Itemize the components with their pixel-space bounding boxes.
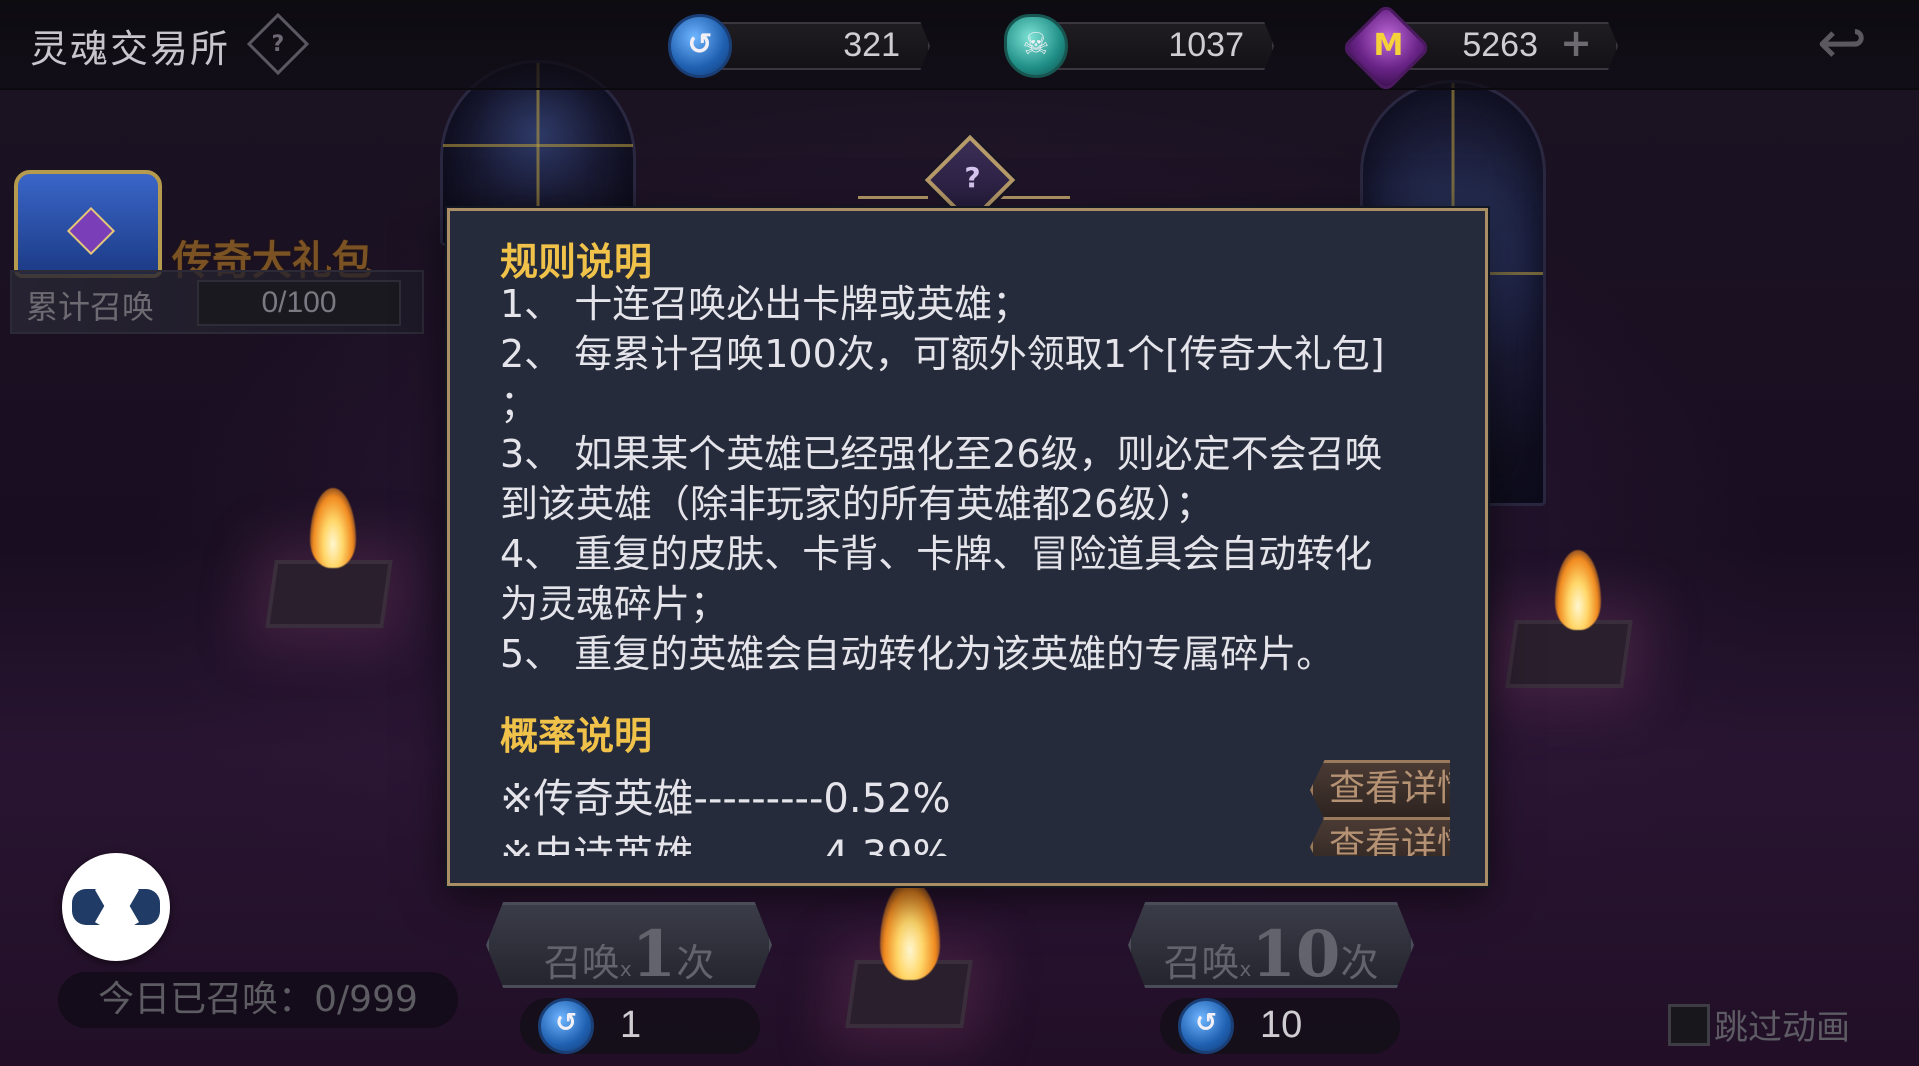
top-bar: 灵魂交易所 ? 321 ↺ 1037 ☠ 5263 M + ↩ bbox=[0, 0, 1919, 94]
skip-animation-checkbox[interactable] bbox=[1668, 1004, 1710, 1046]
page-title: 灵魂交易所 bbox=[30, 27, 231, 71]
legend-pack-chest-icon[interactable] bbox=[14, 170, 162, 278]
probability-text: ※传奇英雄---------0.52% bbox=[500, 776, 951, 822]
summon-ten-count: 10 bbox=[1251, 917, 1341, 992]
view-details-button[interactable]: 查看详情 bbox=[1310, 817, 1450, 856]
currency-purple-value: 5263 bbox=[1462, 26, 1538, 64]
modal-ornament-left bbox=[858, 196, 928, 205]
summon-ten-button[interactable]: 召唤x10次 bbox=[1128, 902, 1414, 988]
blue-soul-coin-icon: ↺ bbox=[538, 998, 594, 1054]
rules-scroll-area[interactable]: 规则说明 1、 十连召唤必出卡牌或英雄； 2、 每累计召唤100次，可额外领取1… bbox=[500, 211, 1450, 856]
blue-soul-coin-icon: ↺ bbox=[1178, 998, 1234, 1054]
rule-line: 5、 重复的英雄会自动转化为该英雄的专属碎片。 bbox=[500, 632, 1335, 676]
rule-line: ； bbox=[500, 382, 539, 426]
today-summon-count: 今日已召唤：0/999 bbox=[58, 972, 458, 1028]
rules-dialog: 规则说明 1、 十连召唤必出卡牌或英雄； 2、 每累计召唤100次，可额外领取1… bbox=[447, 208, 1488, 886]
summon-once-suffix: 次 bbox=[676, 941, 715, 985]
skip-animation-label: 跳过动画 bbox=[1714, 1008, 1850, 1048]
summon-ten-prefix: 召唤 bbox=[1163, 941, 1240, 985]
brazier-left bbox=[265, 560, 393, 628]
rule-line: 为灵魂碎片； bbox=[500, 582, 729, 626]
flame-left bbox=[310, 488, 356, 568]
summon-once-count: 1 bbox=[631, 917, 677, 992]
probability-row: ※传奇英雄---------0.52% 查看详情 bbox=[500, 760, 1450, 822]
rule-line: 4、 重复的皮肤、卡背、卡牌、冒险道具会自动转化 bbox=[500, 532, 1373, 576]
teal-skull-coin-icon: ☠ bbox=[1004, 14, 1068, 78]
rules-title: 规则说明 bbox=[500, 240, 653, 284]
summon-ten-x: x bbox=[1239, 957, 1252, 981]
summon-ten-cost-value: 10 bbox=[1260, 1004, 1303, 1046]
rule-line: 1、 十连召唤必出卡牌或英雄； bbox=[500, 282, 1031, 326]
summon-once-prefix: 召唤 bbox=[543, 941, 620, 985]
brazier-right bbox=[1505, 620, 1633, 688]
probability-title: 概率说明 bbox=[500, 714, 653, 758]
rule-line: 到该英雄（除非玩家的所有英雄都26级）； bbox=[500, 482, 1214, 526]
summon-once-cost: ↺ 1 bbox=[520, 998, 760, 1054]
question-diamond-icon[interactable]: ? bbox=[246, 12, 310, 76]
purple-m-gem-icon: M bbox=[1340, 2, 1432, 94]
rule-line: 2、 每累计召唤100次，可额外领取1个[传奇大礼包] bbox=[500, 332, 1385, 376]
summon-ten-suffix: 次 bbox=[1340, 941, 1379, 985]
cumulative-summon-label: 累计召唤 bbox=[26, 288, 155, 326]
back-arrow-icon[interactable]: ↩ bbox=[1800, 13, 1884, 73]
summon-once-button[interactable]: 召唤x1次 bbox=[486, 902, 772, 988]
currency-teal-value: 1037 bbox=[1168, 26, 1244, 64]
chest-gem-icon bbox=[66, 206, 116, 256]
gamepad-overlay-icon[interactable] bbox=[62, 853, 170, 961]
add-currency-button[interactable]: + bbox=[1560, 24, 1592, 62]
probability-text: ※史诗英雄---------4.39% bbox=[500, 833, 951, 856]
soul-exchange-screen: 灵魂交易所 ? 321 ↺ 1037 ☠ 5263 M + ↩ 传奇大礼包 累计… bbox=[0, 0, 1919, 1066]
currency-blue-value: 321 bbox=[843, 26, 900, 64]
cumulative-summon-value: 0/100 bbox=[197, 280, 401, 326]
cumulative-summon-panel: 累计召唤 0/100 bbox=[10, 270, 424, 334]
modal-ornament-right bbox=[1000, 196, 1070, 205]
summon-ten-cost: ↺ 10 bbox=[1160, 998, 1400, 1054]
rule-line: 3、 如果某个英雄已经强化至26级，则必定不会召唤 bbox=[500, 432, 1383, 476]
blue-soul-coin-icon: ↺ bbox=[668, 14, 732, 78]
summon-once-x: x bbox=[619, 957, 632, 981]
view-details-button[interactable]: 查看详情 bbox=[1310, 760, 1450, 820]
probability-row: ※史诗英雄---------4.39% 查看详情 bbox=[500, 817, 1450, 856]
summon-once-cost-value: 1 bbox=[620, 1004, 642, 1046]
